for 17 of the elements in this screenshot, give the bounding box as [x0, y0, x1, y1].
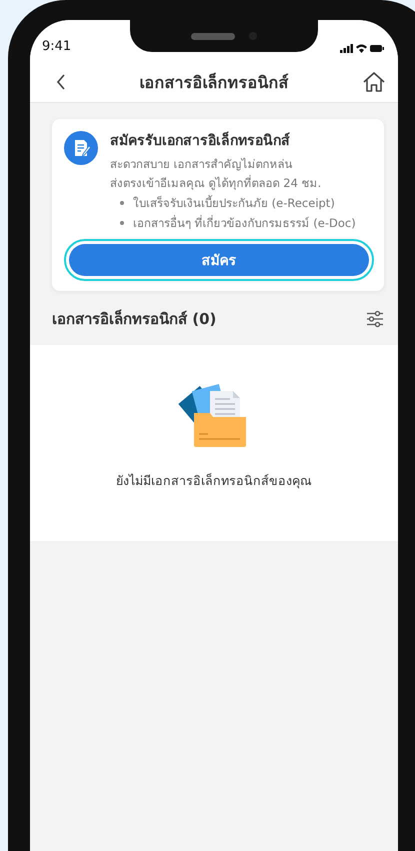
status-icons [340, 43, 384, 54]
card-title: สมัครรับเอกสารอิเล็กทรอนิกส์ [110, 130, 291, 151]
bullet-icon [120, 201, 124, 205]
home-icon[interactable] [362, 71, 386, 93]
filter-icon[interactable] [366, 310, 384, 328]
status-time: 9:41 [42, 39, 72, 54]
card-description: สะดวกสบาย เอกสารสำคัญไม่ตกหล่น [110, 156, 294, 173]
empty-message: ยังไม่มีเอกสารอิเล็กทรอนิกส์ของคุณ [116, 472, 312, 490]
bullet-item: ใบเสร็จรับเงินเบี้ยประกันภัย (e-Receipt) [133, 194, 335, 212]
page-title: เอกสารอิเล็กทรอนิกส์ [140, 72, 288, 94]
bullet-item: เอกสารอื่นๆ ที่เกี่ยวข้องกับกรมธรรม์ (e-Doc) [133, 214, 356, 232]
section-title: เอกสารอิเล็กทรอนิกส์ (0) [52, 308, 216, 330]
back-icon[interactable] [56, 74, 66, 90]
bullet-icon [120, 221, 124, 225]
card-description: ส่งตรงเข้าอีเมลคุณ ดูได้ทุกที่ตลอด 24 ชม. [110, 174, 322, 192]
document-edit-icon [64, 131, 98, 165]
signup-button[interactable]: สมัคร [69, 244, 369, 276]
